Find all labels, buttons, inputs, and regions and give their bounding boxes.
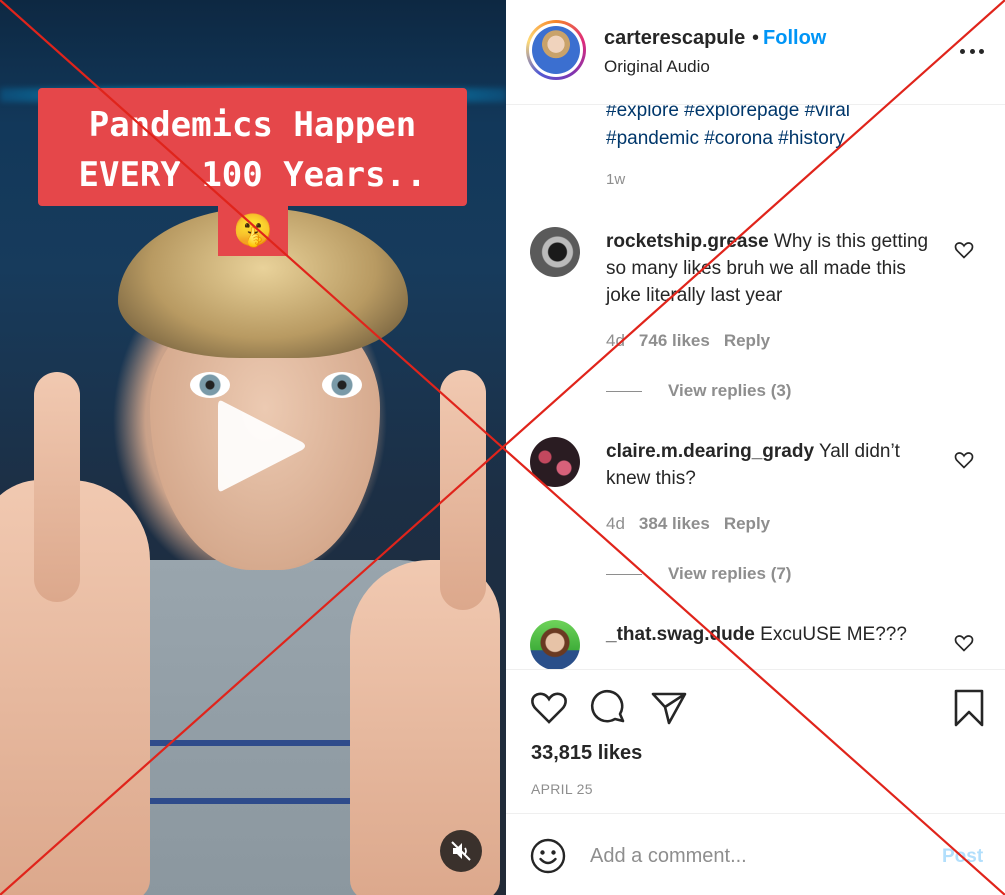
person-eye-right bbox=[322, 372, 362, 398]
caption-hashtags-line2[interactable]: #pandemic #corona #history bbox=[606, 125, 906, 152]
caption-hashtags-line1[interactable]: #explore #explorepage #viral bbox=[606, 105, 906, 124]
comment-body: ExcuUSE ME??? bbox=[760, 624, 907, 645]
comment-input[interactable] bbox=[590, 840, 920, 872]
video-caption-box: Pandemics Happen EVERY 100 Years.. bbox=[38, 88, 467, 206]
video-caption-line1: Pandemics Happen bbox=[88, 105, 417, 145]
comment-likes[interactable]: 746 likes bbox=[639, 331, 710, 350]
view-replies-button[interactable]: View replies (3) bbox=[606, 381, 791, 401]
commenter-avatar[interactable] bbox=[530, 620, 580, 669]
smiley-icon[interactable] bbox=[530, 838, 566, 874]
reply-button[interactable]: Reply bbox=[724, 514, 770, 533]
view-replies-button[interactable]: View replies (7) bbox=[606, 564, 791, 584]
replies-divider-line bbox=[606, 391, 642, 393]
post-button[interactable]: Post bbox=[942, 846, 983, 868]
commenter-avatar[interactable] bbox=[530, 437, 580, 487]
follow-button[interactable]: Follow bbox=[763, 27, 826, 49]
commenter-username[interactable]: _that.swag.dude bbox=[606, 624, 755, 645]
comment-icon[interactable] bbox=[589, 688, 629, 728]
author-username[interactable]: carterescapule bbox=[604, 27, 745, 50]
caption-time: 1w bbox=[606, 171, 626, 188]
comment-time: 4d bbox=[606, 514, 625, 533]
audio-label[interactable]: Original Audio bbox=[604, 57, 710, 77]
commenter-username[interactable]: rocketship.grease bbox=[606, 231, 769, 252]
comment-composer: Post bbox=[506, 813, 1005, 895]
reply-button[interactable]: Reply bbox=[724, 331, 770, 350]
video-player[interactable]: Pandemics Happen EVERY 100 Years.. 🤫 bbox=[0, 0, 506, 895]
video-caption-line2: EVERY 100 Years.. bbox=[78, 155, 427, 195]
post-side-panel: carterescapule • Follow Original Audio #e… bbox=[506, 0, 1005, 895]
play-icon[interactable] bbox=[210, 394, 310, 498]
comments-list[interactable]: #explore #explorepage #viral #pandemic #… bbox=[506, 105, 1005, 669]
view-replies-label: View replies (7) bbox=[668, 564, 792, 583]
video-caption-emoji: 🤫 bbox=[218, 204, 288, 256]
separator-dot: • bbox=[752, 27, 760, 49]
commenter-username[interactable]: claire.m.dearing_grady bbox=[606, 441, 814, 462]
paper-plane-icon[interactable] bbox=[649, 688, 689, 728]
comment-like-heart-icon[interactable] bbox=[954, 450, 974, 470]
more-horizontal-icon[interactable] bbox=[960, 44, 984, 58]
comment-likes[interactable]: 384 likes bbox=[639, 514, 710, 533]
bookmark-icon[interactable] bbox=[949, 688, 989, 728]
speaker-muted-icon[interactable] bbox=[440, 830, 482, 872]
replies-divider-line bbox=[606, 574, 642, 576]
comment-text: claire.m.dearing_grady Yall didn’t knew … bbox=[606, 438, 931, 492]
person-finger-left bbox=[34, 372, 80, 602]
comment-meta: 4d 384 likes Reply bbox=[606, 514, 784, 534]
comment-like-heart-icon[interactable] bbox=[954, 240, 974, 260]
author-avatar[interactable] bbox=[526, 20, 586, 80]
comment-meta: 4d 746 likes Reply bbox=[606, 331, 784, 351]
comment-text: rocketship.grease Why is this getting so… bbox=[606, 228, 931, 309]
comment-text: _that.swag.dude ExcuUSE ME??? bbox=[606, 621, 931, 648]
post-header: carterescapule • Follow Original Audio bbox=[506, 0, 1005, 105]
likes-count[interactable]: 33,815 likes bbox=[531, 742, 642, 765]
post-actions: 33,815 likes APRIL 25 bbox=[506, 669, 1005, 813]
person-finger-right bbox=[440, 370, 486, 610]
heart-icon[interactable] bbox=[529, 688, 569, 728]
follow-group: • Follow bbox=[752, 27, 826, 50]
post-date: APRIL 25 bbox=[531, 781, 593, 797]
comment-time: 4d bbox=[606, 331, 625, 350]
view-replies-label: View replies (3) bbox=[668, 381, 792, 400]
comment-like-heart-icon[interactable] bbox=[954, 633, 974, 653]
commenter-avatar[interactable] bbox=[530, 227, 580, 277]
